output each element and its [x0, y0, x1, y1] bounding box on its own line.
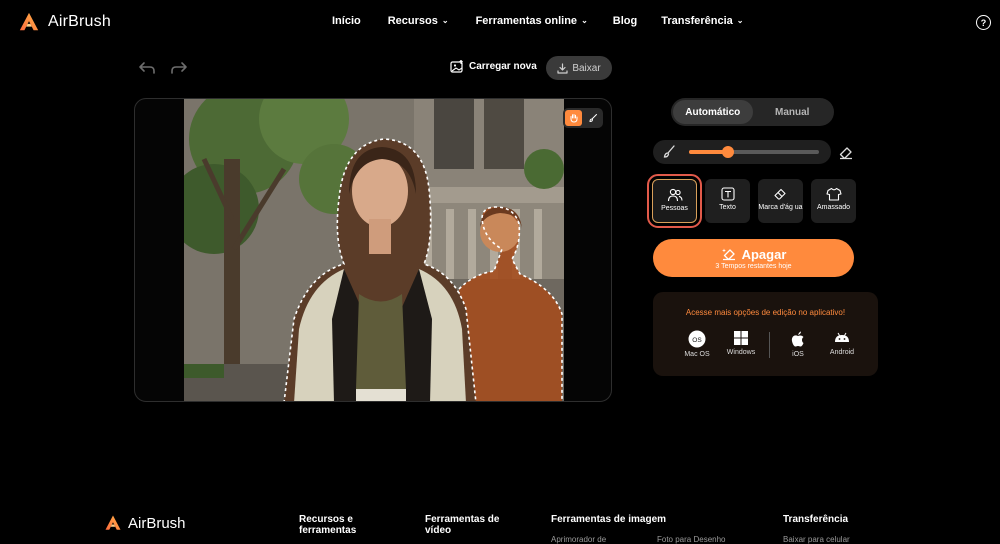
chevron-down-icon: ⌄: [581, 15, 588, 25]
hand-tool-button[interactable]: [565, 110, 582, 126]
footer-heading-image-tools: Ferramentas de imagem: [551, 514, 667, 525]
platform-macos[interactable]: OS Mac OS: [675, 330, 719, 358]
download-label: Baixar: [572, 62, 601, 74]
tool-people-label: Pessoas: [661, 205, 688, 212]
image-canvas[interactable]: [134, 98, 612, 402]
brush-icon: [663, 145, 675, 158]
mode-manual-button[interactable]: Manual: [753, 100, 833, 124]
macos-icon: OS: [688, 330, 706, 348]
mode-automatic-button[interactable]: Automático: [673, 100, 753, 124]
tool-wrinkle[interactable]: Amassado: [811, 179, 856, 223]
platform-android-label: Android: [829, 349, 855, 356]
tool-watermark-label: Marca d'ág ua: [758, 204, 803, 211]
nav-ferramentas-online[interactable]: Ferramentas online ⌄: [476, 15, 588, 27]
platform-list: OS Mac OS Windows iOS Android: [675, 330, 864, 358]
edited-photo: [184, 99, 564, 401]
image-upload-icon: [450, 60, 463, 73]
help-icon[interactable]: ?: [976, 15, 991, 30]
tool-people[interactable]: Pessoas: [647, 174, 702, 228]
mode-toggle: Automático Manual: [671, 98, 834, 126]
nav-inicio-label: Início: [332, 15, 361, 27]
hand-icon: [570, 114, 577, 123]
windows-icon: [734, 331, 748, 345]
footer-link-photo-to-drawing[interactable]: Foto para Desenho: [657, 535, 726, 544]
logo-text: AirBrush: [48, 13, 111, 30]
erase-button-main: Apagar: [721, 246, 787, 262]
airbrush-logo-icon: [19, 12, 39, 31]
platform-ios[interactable]: iOS: [776, 330, 820, 358]
magic-eraser-icon: [721, 248, 735, 261]
top-nav-bar: AirBrush Início Recursos ⌄ Ferramentas on…: [0, 0, 1000, 44]
upload-new-button[interactable]: Carregar nova: [450, 60, 537, 73]
tool-text-label: Texto: [719, 204, 736, 211]
promo-title: Acesse mais opções de edição no aplicati…: [685, 308, 846, 317]
remaining-uses-text: 3 Tempos restantes hoje: [715, 262, 792, 270]
nav-blog-label: Blog: [612, 15, 638, 27]
footer-link-enhancer[interactable]: Aprimorador de: [551, 535, 606, 544]
download-icon: [557, 62, 568, 74]
nav-recursos-label: Recursos: [387, 15, 438, 27]
erase-tool-grid: Pessoas Texto Marca d'ág ua Amassado: [647, 174, 856, 228]
watermark-eraser-icon: [774, 188, 786, 200]
airbrush-logo-icon: [105, 515, 121, 530]
shirt-icon: [825, 187, 842, 201]
footer-heading-download: Transferência: [783, 514, 849, 525]
footer-heading-resources: Recursos e ferramentas: [299, 514, 357, 536]
tool-text[interactable]: Texto: [705, 179, 750, 223]
chevron-down-icon: ⌄: [736, 15, 744, 25]
android-icon: [835, 332, 849, 342]
tool-watermark[interactable]: Marca d'ág ua: [758, 179, 803, 223]
eraser-icon[interactable]: [838, 144, 854, 160]
nav-blog[interactable]: Blog: [613, 15, 637, 27]
svg-text:OS: OS: [692, 337, 702, 344]
nav-recursos[interactable]: Recursos ⌄: [388, 15, 449, 27]
footer-logo[interactable]: AirBrush: [104, 514, 186, 532]
chevron-down-icon: ⌄: [441, 15, 449, 25]
nav-inicio[interactable]: Início: [332, 15, 361, 27]
platform-android[interactable]: Android: [820, 330, 864, 356]
nav-transferencia-label: Transferência: [661, 15, 733, 27]
tool-wrinkle-label: Amassado: [816, 204, 851, 211]
erase-button[interactable]: Apagar 3 Tempos restantes hoje: [653, 239, 854, 277]
download-button[interactable]: Baixar: [546, 56, 612, 80]
app-promo-box: Acesse mais opções de edição no aplicati…: [653, 292, 878, 376]
platform-windows[interactable]: Windows: [719, 330, 763, 356]
platform-ios-label: iOS: [792, 351, 804, 358]
erase-button-label: Apagar: [741, 246, 787, 262]
undo-icon[interactable]: [138, 60, 156, 76]
airbrush-logo[interactable]: AirBrush: [18, 11, 111, 33]
footer-heading-video-tools: Ferramentas de vídeo: [425, 514, 500, 536]
people-icon: [667, 188, 683, 202]
platform-macos-label: Mac OS: [684, 351, 710, 358]
main-nav: Início Recursos ⌄ Ferramentas online ⌄ Blo…: [332, 15, 743, 27]
brush-size-control: [653, 140, 831, 164]
canvas-tool-switch: [563, 108, 603, 128]
brush-size-thumb[interactable]: [722, 146, 734, 158]
footer-logo-text: AirBrush: [128, 514, 186, 532]
upload-new-label: Carregar nova: [469, 61, 537, 72]
text-icon: [720, 187, 735, 201]
nav-ferramentas-label: Ferramentas online: [475, 15, 578, 27]
apple-icon: [791, 331, 804, 347]
brush-size-slider[interactable]: [689, 146, 819, 158]
platform-windows-label: Windows: [726, 349, 756, 356]
brush-tool-button[interactable]: [584, 110, 601, 126]
brush-icon: [588, 114, 597, 123]
footer-link-mobile-download[interactable]: Baixar para celular: [783, 535, 850, 544]
nav-transferencia[interactable]: Transferência ⌄: [661, 15, 743, 27]
platform-divider: [769, 332, 770, 358]
redo-icon[interactable]: [170, 60, 188, 76]
